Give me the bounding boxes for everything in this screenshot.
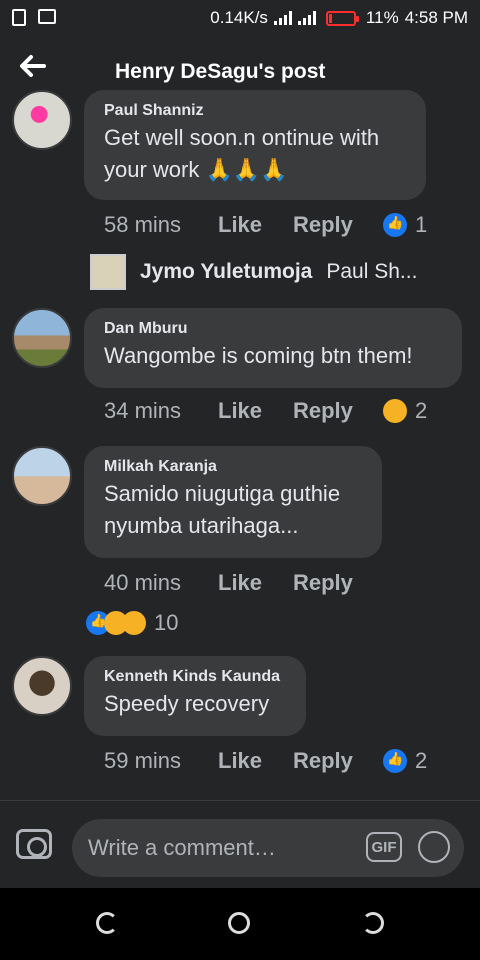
- avatar[interactable]: [12, 90, 72, 150]
- reply-author[interactable]: Jymo Yuletumoja: [140, 260, 312, 284]
- clock: 4:58 PM: [404, 8, 468, 27]
- nav-recents-icon[interactable]: [362, 912, 384, 934]
- reaction-icons: [86, 611, 146, 635]
- network-speed: 0.14K/s: [210, 8, 268, 27]
- avatar[interactable]: [12, 446, 72, 506]
- back-arrow-icon[interactable]: [18, 52, 54, 88]
- emoji-icon[interactable]: [418, 831, 450, 863]
- battery-percent: 11%: [365, 8, 399, 27]
- comment-author[interactable]: Dan Mburu: [104, 318, 442, 340]
- reply-button[interactable]: Reply: [293, 212, 383, 238]
- comment-actions: 59 mins Like Reply 2: [104, 748, 427, 774]
- comment-time: 59 mins: [104, 748, 182, 773]
- comment-input-placeholder: Write a comment…: [88, 835, 276, 860]
- reaction-count: 2: [415, 748, 428, 773]
- comment-time: 34 mins: [104, 398, 182, 423]
- comment-bubble[interactable]: Kenneth Kinds Kaunda Speedy recovery: [84, 656, 306, 736]
- comment-actions: 34 mins Like Reply 2: [104, 398, 427, 424]
- like-button[interactable]: Like: [218, 570, 293, 596]
- comment-time: 58 mins: [104, 212, 182, 237]
- reactions[interactable]: 2: [383, 398, 427, 424]
- page-title: Henry DeSagu's post: [115, 60, 326, 83]
- battery-icon: [325, 10, 359, 26]
- reaction-count: 1: [415, 212, 428, 237]
- nav-home-icon[interactable]: [228, 912, 250, 934]
- camera-icon[interactable]: [16, 829, 52, 859]
- reactions[interactable]: 10: [86, 610, 178, 636]
- comment-text: Get well soon.n ontinue with: [104, 125, 380, 150]
- comment-time: 40 mins: [104, 570, 182, 595]
- reactions[interactable]: 2: [383, 748, 427, 774]
- comment-input[interactable]: Write a comment… GIF: [72, 819, 464, 877]
- reply-text: Paul Sh...: [326, 260, 418, 283]
- haha-reaction-icon: [383, 399, 407, 423]
- notification-icon: [12, 9, 26, 26]
- reaction-count: 2: [415, 398, 428, 423]
- avatar[interactable]: [12, 656, 72, 716]
- comment-composer: Write a comment… GIF: [0, 800, 480, 888]
- like-button[interactable]: Like: [218, 398, 293, 424]
- image-notification-icon: [38, 9, 56, 24]
- status-left: [12, 9, 56, 26]
- reply-avatar: [90, 254, 126, 290]
- like-button[interactable]: Like: [218, 212, 293, 238]
- comment-bubble[interactable]: Milkah Karanja Samido niugutiga guthie n…: [84, 446, 382, 558]
- comment-author[interactable]: Kenneth Kinds Kaunda: [104, 666, 286, 688]
- nav-back-icon[interactable]: [96, 912, 118, 934]
- signal-icon: [273, 11, 292, 25]
- comment-text: Samido niugutiga guthie: [104, 481, 341, 506]
- like-reaction-icon: [383, 749, 407, 773]
- comment-author[interactable]: Paul Shanniz: [104, 100, 406, 122]
- back-arrow-svg: [20, 55, 46, 77]
- comment-bubble[interactable]: Dan Mburu Wangombe is coming btn them!: [84, 308, 462, 388]
- comment-actions: 58 mins Like Reply 1: [104, 212, 427, 238]
- gif-icon[interactable]: GIF: [366, 832, 402, 862]
- signal-icon-2: [297, 11, 316, 25]
- comment-bubble[interactable]: Paul Shanniz Get well soon.n ontinue wit…: [84, 90, 426, 200]
- reply-button[interactable]: Reply: [293, 570, 383, 596]
- status-right: 0.14K/s 11% 4:58 PM: [210, 8, 468, 28]
- comment-text: Wangombe is coming btn them!: [104, 343, 413, 368]
- reaction-count: 10: [154, 610, 179, 635]
- comment-text-2: nyumba utarihaga...: [104, 513, 299, 538]
- reply-preview[interactable]: Jymo Yuletumoja Paul Sh...: [90, 254, 417, 290]
- reply-button[interactable]: Reply: [293, 748, 383, 774]
- reactions[interactable]: 1: [383, 212, 427, 238]
- reply-button[interactable]: Reply: [293, 398, 383, 424]
- avatar[interactable]: [12, 308, 72, 368]
- battery-fill: [328, 13, 332, 23]
- wow-reaction-icon: [122, 611, 146, 635]
- status-bar: 0.14K/s 11% 4:58 PM: [0, 0, 480, 36]
- comment-actions: 40 mins Like Reply: [104, 570, 383, 596]
- comment-author[interactable]: Milkah Karanja: [104, 456, 362, 478]
- like-reaction-icon: [383, 213, 407, 237]
- comment-text-2: your work 🙏🙏🙏: [104, 157, 288, 182]
- like-button[interactable]: Like: [218, 748, 293, 774]
- comment-text: Speedy recovery: [104, 691, 270, 716]
- system-nav-bar: [0, 888, 480, 960]
